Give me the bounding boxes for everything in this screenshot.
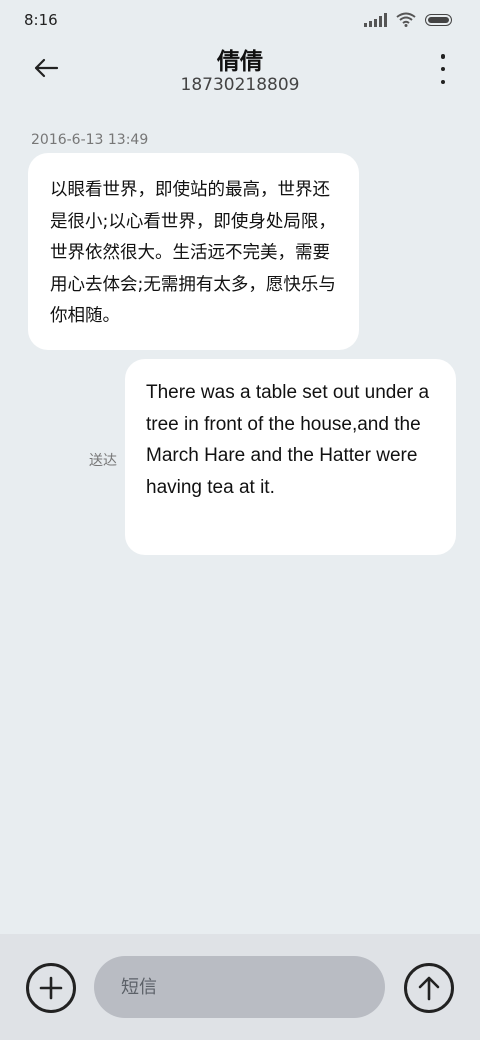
battery-icon [425, 13, 452, 26]
status-time: 8:16 [24, 11, 58, 29]
status-bar: 8:16 [0, 0, 480, 42]
send-button[interactable] [404, 963, 454, 1013]
contact-name: 倩倩 [217, 49, 263, 75]
contact-phone-number: 18730218809 [180, 75, 300, 95]
arrow-up-circle-icon [418, 976, 440, 1001]
wifi-icon [396, 12, 416, 27]
delivery-status: 送达 [89, 453, 117, 469]
message-timestamp: 2016-6-13 13:49 [31, 132, 149, 148]
plus-circle-icon [39, 976, 63, 1000]
conversation-header: 倩倩 18730218809 [0, 40, 480, 104]
add-attachment-button[interactable] [26, 963, 76, 1013]
sms-input[interactable] [94, 956, 385, 1018]
status-icons [364, 12, 452, 27]
incoming-message-bubble[interactable]: 以眼看世界，即使站的最高，世界还是很小;以心看世界，即使身处局限，世界依然很大。… [28, 153, 359, 350]
cellular-signal-icon [364, 12, 387, 27]
outgoing-message-text: There was a table set out under a tree i… [146, 382, 430, 498]
more-options-button[interactable] [436, 54, 450, 84]
composer-bar [0, 934, 480, 1040]
outgoing-message-bubble[interactable]: There was a table set out under a tree i… [125, 359, 456, 555]
messaging-screen: 8:16 倩倩 18730218809 2016-6-13 13:49 以眼看世… [0, 0, 480, 1040]
incoming-message-text: 以眼看世界，即使站的最高，世界还是很小;以心看世界，即使身处局限，世界依然很大。… [50, 180, 336, 326]
more-vertical-icon [440, 54, 446, 59]
